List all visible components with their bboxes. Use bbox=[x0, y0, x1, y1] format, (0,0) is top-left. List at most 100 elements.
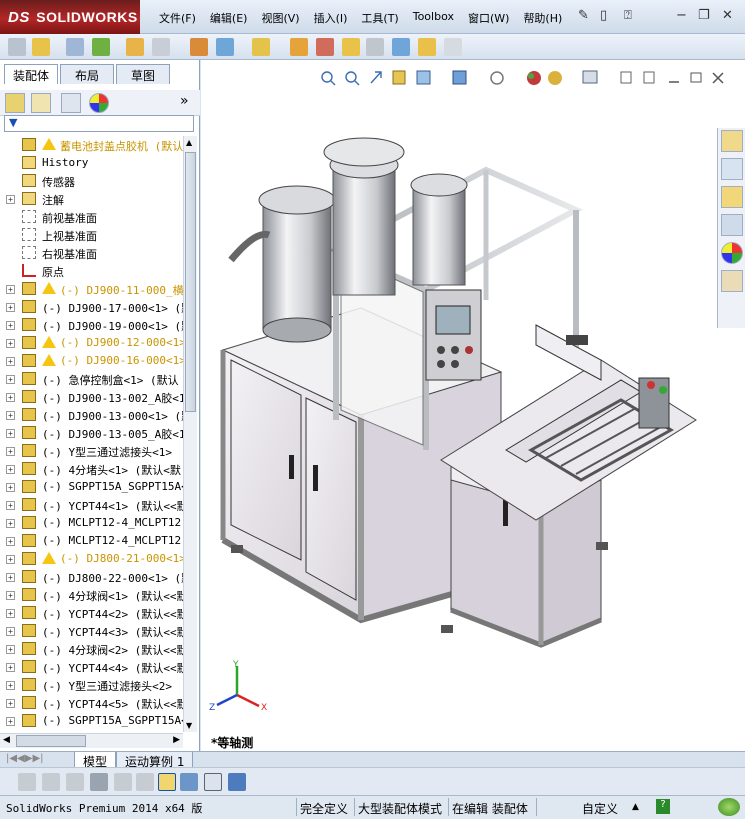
tree-item[interactable]: + (-) DJ900-17-000<1> (默 bbox=[0, 298, 183, 316]
tree-item[interactable]: + (-) DJ900-16-000<1> bbox=[0, 352, 183, 370]
solidworks-resources-icon[interactable] bbox=[721, 130, 743, 152]
tree-item[interactable]: + (-) MCLPT12-4_MCLPT12-4 bbox=[0, 532, 183, 550]
calculate-icon[interactable] bbox=[18, 773, 36, 791]
expand-panel-icon[interactable]: » bbox=[180, 93, 189, 109]
expand-toggle-icon[interactable]: + bbox=[6, 555, 15, 564]
menu-help[interactable]: 帮助(H) bbox=[516, 10, 569, 26]
expand-toggle-icon[interactable]: + bbox=[6, 321, 15, 330]
expand-toggle-icon[interactable]: + bbox=[6, 627, 15, 636]
tree-item[interactable]: + (-) DJ900-13-005_A胶<1> bbox=[0, 424, 183, 442]
save-animation-icon[interactable] bbox=[228, 773, 246, 791]
tree-item[interactable]: + (-) 4分堵头<1> (默认<默 bbox=[0, 460, 183, 478]
display-style-icon[interactable] bbox=[180, 773, 198, 791]
menu-tools[interactable]: 工具(T) bbox=[354, 10, 405, 26]
tab-layout[interactable]: 布局 bbox=[60, 64, 114, 84]
expand-toggle-icon[interactable]: + bbox=[6, 285, 15, 294]
tree-item[interactable]: + (-) DJ800-21-000<1> bbox=[0, 550, 183, 568]
expand-toggle-icon[interactable]: + bbox=[6, 465, 15, 474]
tree-item[interactable]: + (-) DJ900-13-000<1> (默 bbox=[0, 406, 183, 424]
menu-view[interactable]: 视图(V) bbox=[254, 10, 306, 26]
expand-toggle-icon[interactable]: + bbox=[6, 645, 15, 654]
play-icon[interactable] bbox=[42, 773, 60, 791]
scroll-right-icon[interactable]: ▶ bbox=[173, 735, 180, 745]
tree-item[interactable]: + (-) DJ900-19-000<1> (默 bbox=[0, 316, 183, 334]
reference-geometry-icon[interactable] bbox=[216, 38, 234, 56]
pin-icon[interactable]: ✎ bbox=[578, 8, 589, 23]
expand-toggle-icon[interactable]: + bbox=[6, 573, 15, 582]
interference-detection-icon[interactable] bbox=[366, 38, 384, 56]
assembly-features-icon[interactable] bbox=[190, 38, 208, 56]
vertical-scroll-thumb[interactable] bbox=[185, 152, 196, 412]
new-document-icon[interactable]: ▯ bbox=[600, 8, 607, 23]
menu-toolbox[interactable]: Toolbox bbox=[406, 10, 461, 26]
tree-item[interactable]: 传感器 bbox=[0, 172, 183, 190]
expand-toggle-icon[interactable]: + bbox=[6, 357, 15, 366]
cad-model-view[interactable] bbox=[201, 60, 745, 751]
clearance-verification-icon[interactable] bbox=[392, 38, 410, 56]
expand-toggle-icon[interactable]: + bbox=[6, 717, 15, 726]
show-hidden-icon[interactable] bbox=[152, 38, 170, 56]
tree-item[interactable]: 上视基准面 bbox=[0, 226, 183, 244]
tree-item[interactable]: + (-) YCPT44<2> (默认<<默 bbox=[0, 604, 183, 622]
scroll-up-icon[interactable]: ▲ bbox=[186, 138, 192, 147]
filter-animated-icon[interactable] bbox=[136, 773, 154, 791]
tree-item[interactable]: + (-) DJ900-11-000_横拉 bbox=[0, 280, 183, 298]
instant3d-icon[interactable] bbox=[444, 38, 462, 56]
horizontal-scroll-thumb[interactable] bbox=[16, 735, 86, 747]
exploded-view-icon[interactable] bbox=[316, 38, 334, 56]
configuration-manager-icon[interactable] bbox=[61, 93, 81, 113]
expand-toggle-icon[interactable]: + bbox=[6, 609, 15, 618]
move-component-icon[interactable] bbox=[126, 38, 144, 56]
expand-toggle-icon[interactable]: + bbox=[6, 303, 15, 312]
mate-icon[interactable] bbox=[32, 38, 50, 56]
stop-icon[interactable] bbox=[66, 773, 84, 791]
tree-item[interactable]: + (-) SGPPT15A_SGPPT15A<1 bbox=[0, 478, 183, 496]
tree-item[interactable]: + (-) 4分球阀<2> (默认<<默 bbox=[0, 640, 183, 658]
tab-model[interactable]: 模型 bbox=[74, 752, 117, 769]
hole-alignment-icon[interactable] bbox=[418, 38, 436, 56]
tree-item[interactable]: + (-) YCPT44<3> (默认<<默 bbox=[0, 622, 183, 640]
expand-toggle-icon[interactable]: + bbox=[6, 375, 15, 384]
menu-window[interactable]: 窗口(W) bbox=[461, 10, 516, 26]
scroll-down-icon[interactable]: ▼ bbox=[186, 721, 192, 730]
tank-left[interactable] bbox=[258, 185, 336, 343]
tab-assembly[interactable]: 装配体 bbox=[4, 64, 58, 84]
tank-right[interactable] bbox=[410, 173, 468, 286]
table-icon[interactable] bbox=[204, 773, 222, 791]
help-dropdown-icon[interactable]: ⍰ bbox=[624, 8, 632, 23]
tree-item[interactable]: 右视基准面 bbox=[0, 244, 183, 262]
tree-item[interactable]: + (-) DJ900-12-000<1> bbox=[0, 334, 183, 352]
new-motion-study-icon[interactable] bbox=[252, 38, 270, 56]
tree-item[interactable]: + (-) 急停控制盒<1> (默认 bbox=[0, 370, 183, 388]
expand-toggle-icon[interactable]: + bbox=[6, 195, 15, 204]
units-arrow-icon[interactable]: ▲ bbox=[632, 802, 639, 812]
expand-toggle-icon[interactable]: + bbox=[6, 537, 15, 546]
expand-toggle-icon[interactable]: + bbox=[6, 501, 15, 510]
units-selector[interactable]: 自定义 bbox=[582, 800, 618, 817]
scroll-left-icon[interactable]: ◀ bbox=[3, 735, 10, 745]
tree-item[interactable]: + (-) SGPPT15A_SGPPT15A<2 bbox=[0, 712, 183, 730]
expand-toggle-icon[interactable]: + bbox=[6, 681, 15, 690]
expand-toggle-icon[interactable]: + bbox=[6, 339, 15, 348]
custom-properties-icon[interactable] bbox=[721, 270, 743, 292]
tab-sketch[interactable]: 草图 bbox=[116, 64, 170, 84]
expand-toggle-icon[interactable]: + bbox=[6, 393, 15, 402]
menu-file[interactable]: 文件(F) bbox=[152, 10, 203, 26]
tree-vertical-scrollbar[interactable]: ▲ ▼ bbox=[183, 136, 197, 732]
view-palette-icon[interactable] bbox=[721, 214, 743, 236]
explode-line-sketch-icon[interactable] bbox=[342, 38, 360, 56]
tree-filter-input[interactable]: ▼ bbox=[4, 115, 194, 132]
tree-item[interactable]: + (-) YCPT44<4> (默认<<默 bbox=[0, 658, 183, 676]
expand-toggle-icon[interactable]: + bbox=[6, 519, 15, 528]
timeline-icon[interactable] bbox=[90, 773, 108, 791]
linear-pattern-icon[interactable] bbox=[92, 38, 110, 56]
close-icon[interactable]: ✕ bbox=[722, 8, 733, 23]
help-icon[interactable]: ? bbox=[656, 799, 670, 814]
expand-toggle-icon[interactable]: + bbox=[6, 447, 15, 456]
expand-toggle-icon[interactable]: + bbox=[6, 483, 15, 492]
tree-item[interactable]: + (-) Y型三通过滤接头<1> bbox=[0, 442, 183, 460]
tank-center[interactable] bbox=[323, 137, 405, 296]
expand-toggle-icon[interactable]: + bbox=[6, 699, 15, 708]
expand-toggle-icon[interactable]: + bbox=[6, 591, 15, 600]
feature-manager-icon[interactable] bbox=[5, 93, 25, 113]
